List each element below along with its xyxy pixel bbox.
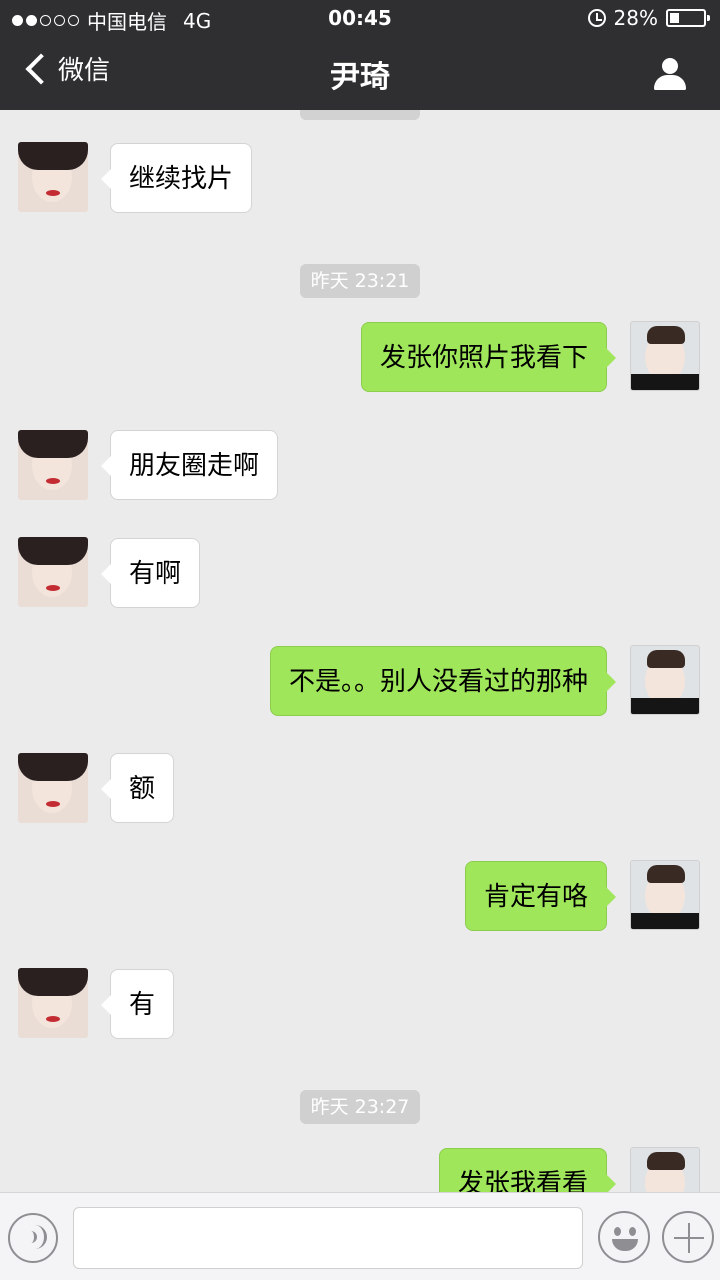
avatar-hair (18, 968, 88, 996)
message-bubble-outgoing[interactable]: 肯定有咯 (464, 861, 617, 931)
my-avatar[interactable] (630, 645, 700, 715)
emoji-icon[interactable] (598, 1211, 650, 1263)
timestamp-chip-partial (300, 110, 420, 120)
chat-title: 尹琦 (330, 60, 390, 95)
avatar-hair (647, 326, 685, 344)
nav-bar: 微信 尹琦 (0, 36, 720, 110)
chat-area[interactable]: 继续找片 昨天 23:21 发张你照片我看下 朋友圈走啊 有啊 不是。。别人没看… (0, 110, 720, 1192)
alarm-icon (587, 9, 606, 27)
message-bubble-outgoing[interactable]: 发张我看看 (438, 1148, 617, 1192)
message-input[interactable] (73, 1207, 583, 1269)
avatar-lips (46, 190, 60, 196)
battery-fill (670, 13, 679, 23)
avatar-shirt (631, 913, 699, 929)
input-bar (0, 1192, 720, 1280)
message-bubble-incoming[interactable]: 朋友圈走啊 (100, 430, 279, 500)
status-right: 28% (587, 6, 710, 30)
message-bubble-outgoing[interactable]: 发张你照片我看下 (360, 322, 617, 392)
emoji-mouth (612, 1239, 638, 1251)
message-bubble-outgoing[interactable]: 不是。。别人没看过的那种 (269, 646, 617, 716)
avatar-hair (18, 537, 88, 565)
emoji-eye (629, 1227, 636, 1236)
my-avatar[interactable] (630, 1147, 700, 1192)
person-icon-body (654, 75, 686, 90)
avatar-hair (18, 430, 88, 458)
avatar-hair (18, 753, 88, 781)
battery-percent: 28% (613, 6, 658, 30)
contact-avatar[interactable] (18, 968, 88, 1038)
battery-icon (666, 9, 710, 27)
my-avatar[interactable] (630, 860, 700, 930)
my-avatar[interactable] (630, 321, 700, 391)
avatar-hair (647, 1152, 685, 1170)
avatar-lips (46, 585, 60, 591)
contact-avatar[interactable] (18, 142, 88, 212)
plus-icon[interactable] (662, 1211, 714, 1263)
person-icon[interactable] (654, 58, 686, 90)
voice-icon[interactable] (8, 1213, 58, 1263)
avatar-shirt (631, 698, 699, 714)
message-bubble-incoming[interactable]: 额 (100, 753, 175, 823)
header: 中国电信 4G 00:45 28% 微信 尹琦 (0, 0, 720, 110)
avatar-lips (46, 1016, 60, 1022)
message-bubble-incoming[interactable]: 继续找片 (100, 143, 253, 213)
avatar-shirt (631, 374, 699, 390)
avatar-lips (46, 478, 60, 484)
emoji-eye (614, 1227, 621, 1236)
avatar-hair (647, 865, 685, 883)
message-bubble-incoming[interactable]: 有啊 (100, 538, 201, 608)
contact-avatar[interactable] (18, 753, 88, 823)
avatar-hair (18, 142, 88, 170)
message-bubble-incoming[interactable]: 有 (100, 969, 175, 1039)
avatar-hair (647, 650, 685, 668)
contact-avatar[interactable] (18, 537, 88, 607)
timestamp-label: 昨天 23:27 (300, 1090, 420, 1124)
person-icon-head (662, 58, 678, 74)
timestamp-label: 昨天 23:21 (300, 264, 420, 298)
contact-avatar[interactable] (18, 430, 88, 500)
avatar-lips (46, 801, 60, 807)
status-bar: 中国电信 4G 00:45 28% (0, 0, 720, 36)
